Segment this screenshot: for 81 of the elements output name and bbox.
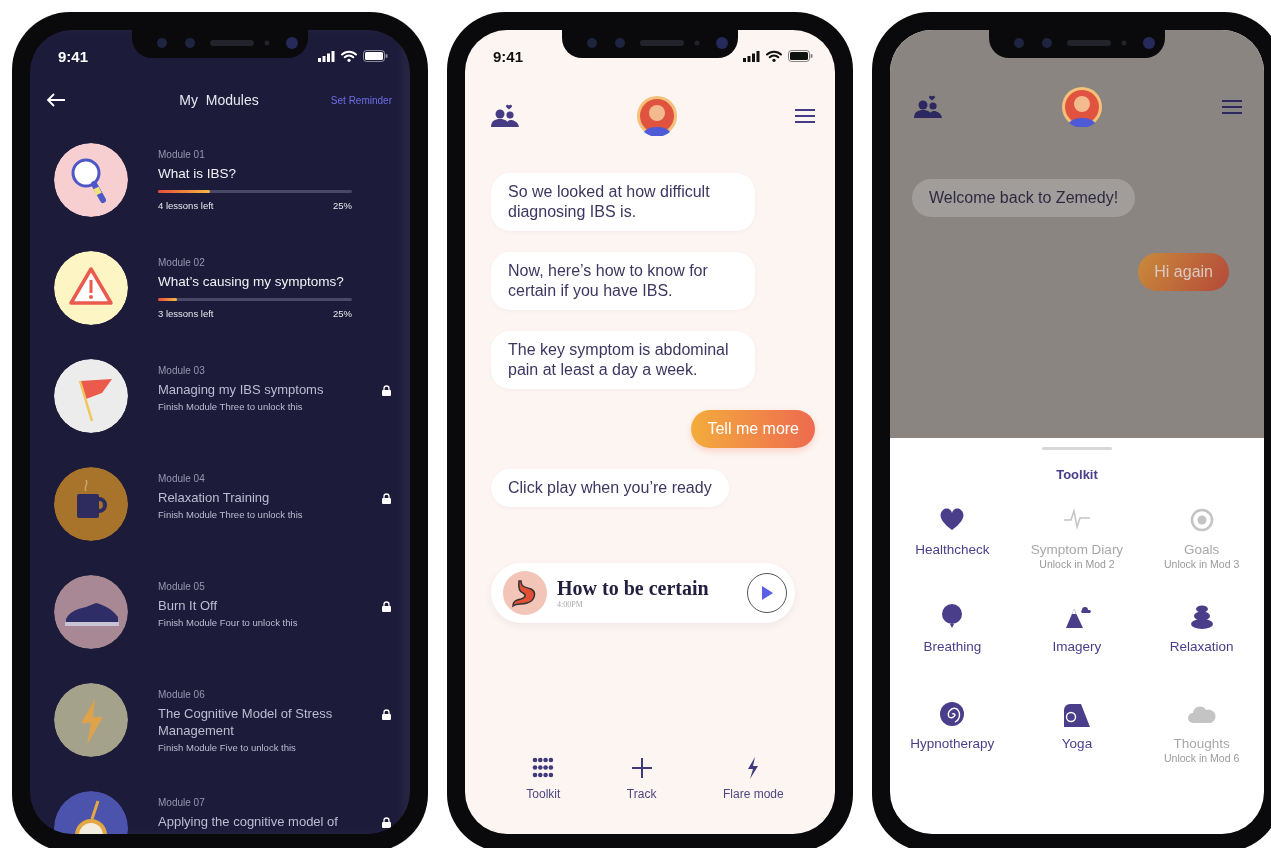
menu-icon[interactable] [795, 108, 815, 124]
chat-bubble: Welcome back to Zemedy! [912, 179, 1136, 217]
module-number: Module 07 [158, 797, 205, 808]
chat-bubble: Click play when you’re ready [491, 469, 729, 507]
people-icon[interactable] [491, 104, 519, 128]
tool-label: Imagery [1052, 639, 1102, 654]
tool-label: Thoughts [1173, 736, 1230, 751]
unlock-hint: Finish Module Five to unlock this [158, 742, 296, 753]
spiral-icon [938, 700, 967, 728]
module-number: Module 06 [158, 689, 205, 700]
module-number: Module 05 [158, 581, 205, 592]
audio-title: How to be certain [557, 577, 709, 600]
battery-icon [363, 50, 388, 62]
tool-label: Healthcheck [915, 542, 990, 557]
tool-label: Symptom Diary [1030, 542, 1124, 557]
grid-icon [532, 757, 555, 779]
module-number: Module 04 [158, 473, 205, 484]
module-title[interactable]: What is IBS? [158, 165, 237, 182]
stomach-icon [503, 571, 547, 615]
people-icon[interactable] [914, 95, 942, 119]
avatar [637, 96, 677, 136]
status-time: 9:41 [493, 47, 524, 65]
sheet-title: Toolkit [1056, 467, 1098, 482]
signal-icon [318, 50, 335, 62]
lock-icon [382, 385, 391, 396]
module-title[interactable]: Managing my IBS symptoms [158, 381, 324, 398]
back-arrow-icon[interactable] [46, 93, 66, 107]
unlock-hint: Unlock in Mod 3 [1164, 558, 1240, 570]
module-title[interactable]: Applying the cognitive model of [158, 813, 338, 830]
module-number: Module 02 [158, 257, 205, 268]
lock-icon [382, 817, 391, 828]
tool-item[interactable]: Healthcheck [890, 506, 1015, 576]
menu-icon[interactable] [1222, 99, 1242, 115]
tool-label: Relaxation [1169, 639, 1234, 654]
tool-item[interactable]: Breathing [890, 603, 1015, 673]
plus-icon [630, 757, 653, 779]
tool-item[interactable]: Hypnotherapy [890, 700, 1015, 770]
tool-label: Hypnotherapy [910, 736, 995, 751]
sheet-handle[interactable] [1042, 447, 1112, 450]
module-title[interactable]: Burn It Off [158, 597, 217, 614]
progress-percent: 25% [333, 200, 352, 211]
nav-item[interactable]: Flare mode [717, 756, 790, 802]
play-icon [761, 586, 773, 600]
tool-item[interactable]: Relaxation [1139, 603, 1264, 673]
wifi-icon [341, 50, 357, 62]
avatar [1062, 87, 1102, 127]
chat-bubble: Now, here’s how to know for certain if you have IBS. [491, 252, 755, 310]
tool-label: Goals [1184, 542, 1220, 557]
tool-label: Yoga [1061, 736, 1093, 751]
chat-bubble: So we looked at how difficult diagnosing IBS is. [491, 173, 755, 231]
status-time: 9:41 [58, 47, 89, 65]
lock-icon [382, 709, 391, 720]
unlock-hint: Unlock in Mod 6 [1164, 752, 1240, 764]
unlock-hint: Finish Module Four to unlock this [158, 617, 298, 628]
module-number: Module 01 [158, 149, 205, 160]
tool-item[interactable]: Imagery [1014, 603, 1140, 673]
module-title[interactable]: Relaxation Training [158, 489, 270, 506]
module-title[interactable]: The Cognitive Model of Stress Management [158, 705, 352, 739]
screen-title: My Modules [179, 92, 259, 108]
audio-time: 4:00PM [557, 600, 584, 609]
chat-bubble: The key symptom is abdominal pain at least a day a week. [491, 331, 755, 389]
lock-icon [382, 493, 391, 504]
lock-icon [382, 601, 391, 612]
unlock-hint: Unlock in Mod 2 [1039, 558, 1115, 570]
progress-percent: 25% [333, 308, 352, 319]
unlock-hint: Finish Module Three to unlock this [158, 401, 303, 412]
set-reminder-link[interactable]: Set Reminder [330, 94, 392, 106]
lessons-left: 4 lessons left [158, 200, 214, 211]
nav-item[interactable]: Toolkit [520, 756, 567, 802]
tool-item[interactable]: Yoga [1014, 700, 1140, 770]
tool-label: Breathing [923, 639, 982, 654]
module-title[interactable]: What’s causing my symptoms? [158, 273, 344, 290]
lightning-icon [746, 757, 761, 779]
wifi-icon [766, 50, 782, 62]
module-number: Module 03 [158, 365, 205, 376]
nav-item[interactable]: Track [620, 756, 663, 802]
lessons-left: 3 lessons left [158, 308, 214, 319]
play-button[interactable] [747, 573, 787, 613]
unlock-hint: Finish Module Three to unlock this [158, 509, 303, 520]
signal-icon [743, 50, 760, 62]
battery-icon [788, 50, 813, 62]
